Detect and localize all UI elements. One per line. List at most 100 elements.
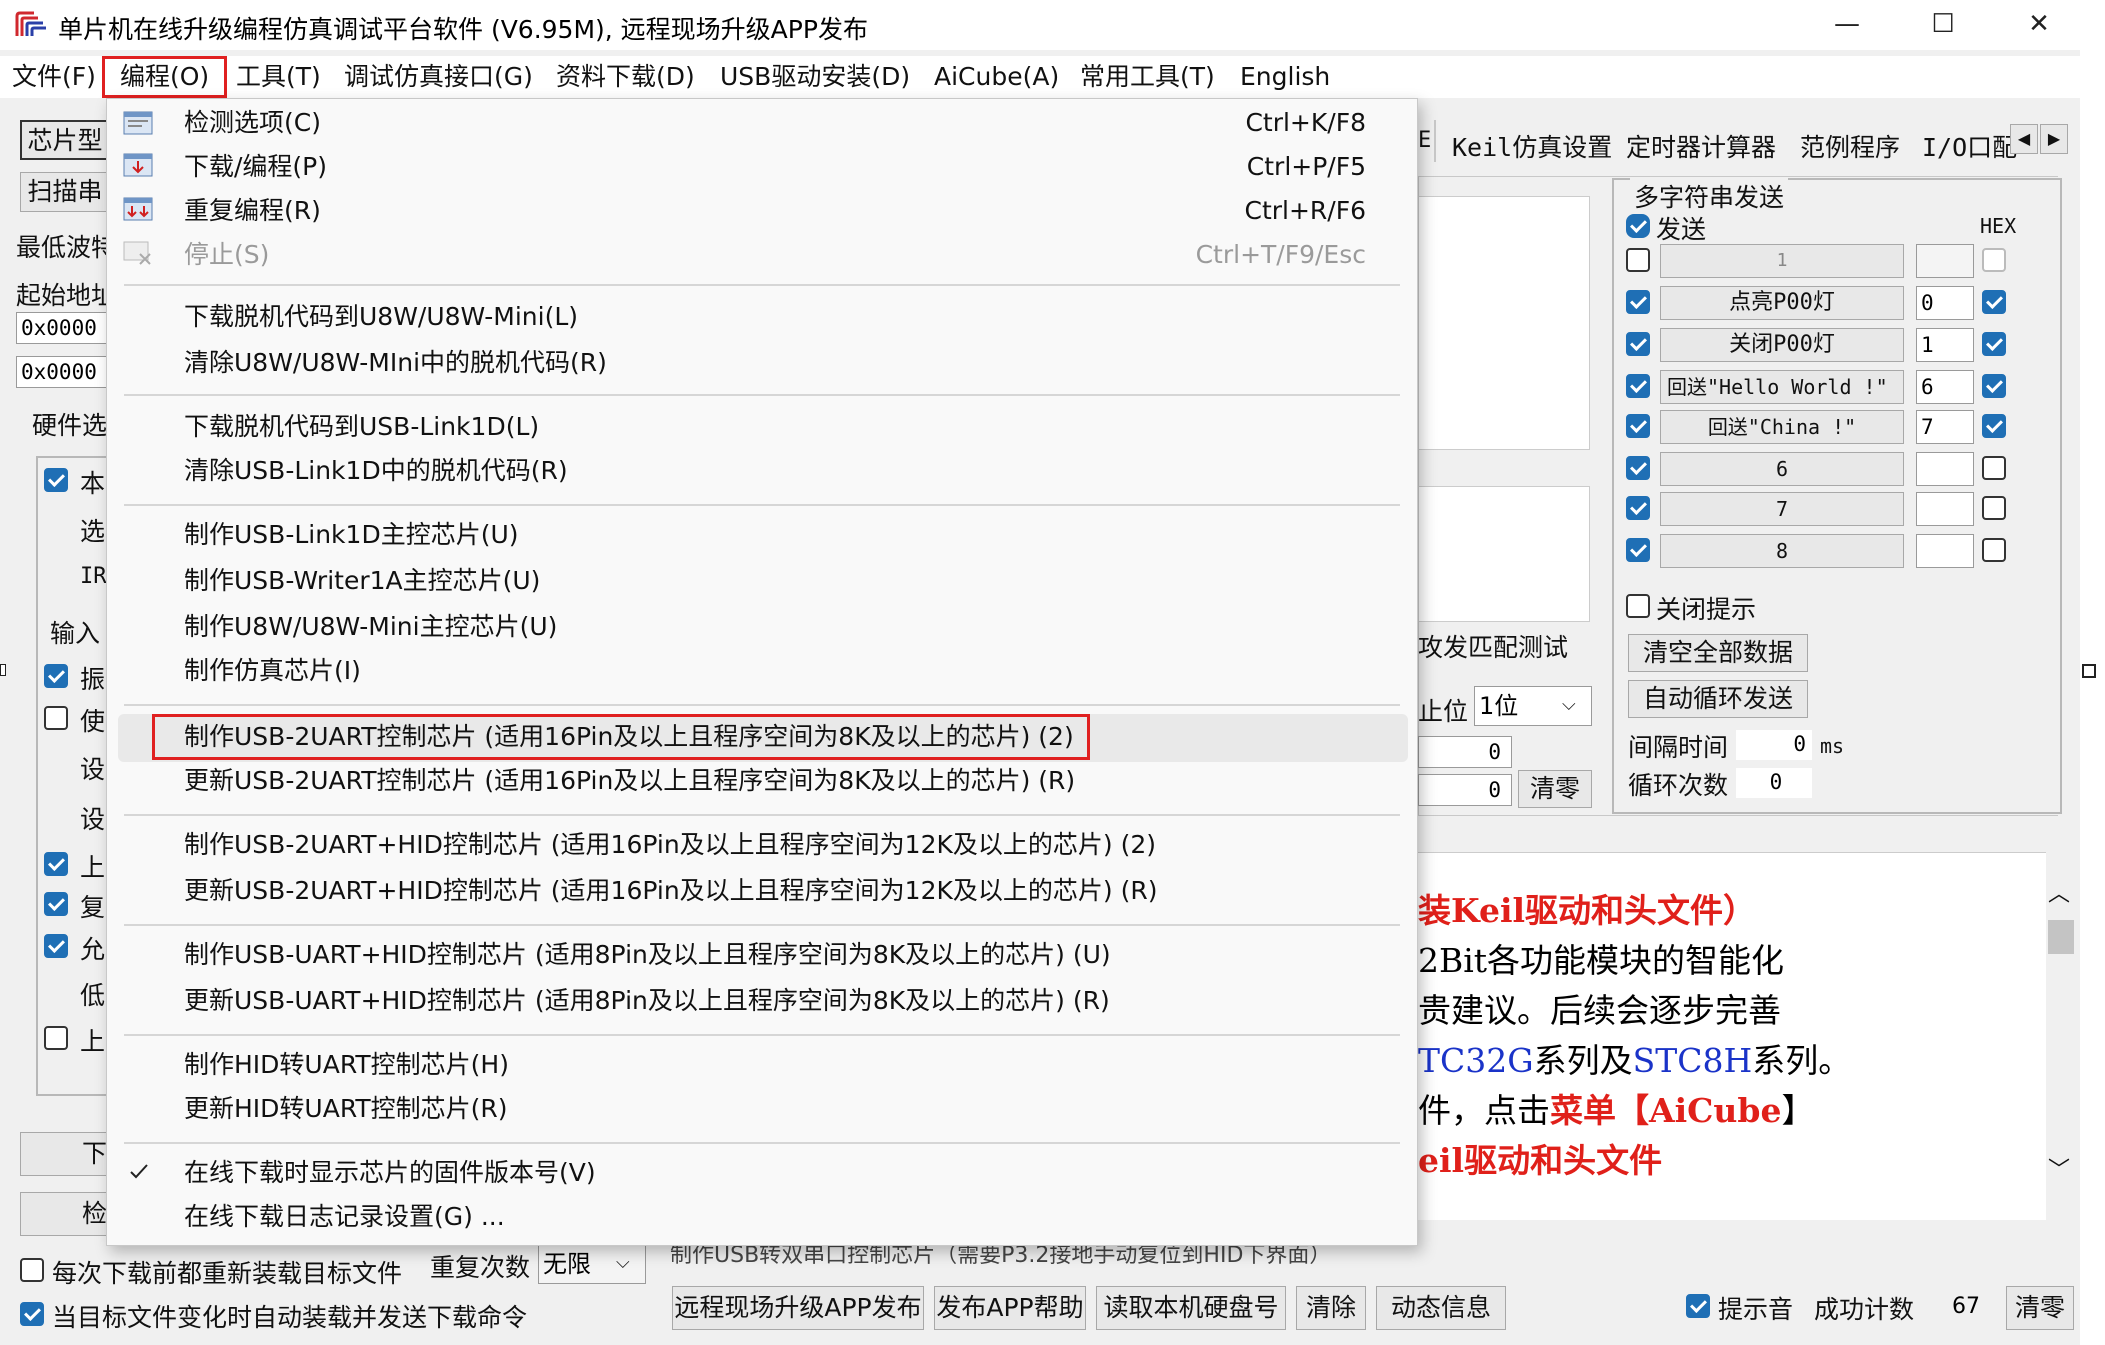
row-checkbox-1[interactable] (1626, 248, 1650, 272)
row-send-button-3[interactable]: 关闭P00灯 (1660, 328, 1904, 362)
row-checkbox-6[interactable] (1626, 456, 1650, 480)
row-send-button-2[interactable]: 点亮P00灯 (1660, 286, 1904, 320)
row-send-button-6[interactable]: 6 (1660, 452, 1904, 486)
row-key-field-1[interactable] (1916, 244, 1974, 278)
loop-count-field[interactable]: 0 (1736, 768, 1812, 798)
remote-upgrade-button[interactable]: 远程现场升级APP发布 (672, 1286, 924, 1330)
option-checkbox-8[interactable] (44, 852, 68, 876)
clear-button[interactable]: 清除 (1296, 1286, 1366, 1330)
row-send-button-8[interactable]: 8 (1660, 534, 1904, 568)
clear-all-data-button[interactable]: 清空全部数据 (1628, 634, 1808, 672)
menu-item-download[interactable]: 下载/编程(P) (184, 150, 327, 184)
option-checkbox-4[interactable] (44, 664, 68, 688)
menu-debug[interactable]: 调试仿真接口(G) (344, 60, 533, 94)
scroll-down-icon[interactable]: ﹀ (2048, 1152, 2070, 1184)
tab-prev-item[interactable]: E (1418, 128, 1431, 153)
sound-checkbox[interactable] (1686, 1294, 1710, 1318)
row-hex-checkbox-4[interactable] (1982, 374, 2006, 398)
menu-item-detect-options[interactable]: 检测选项(C) (184, 106, 321, 140)
menu-item-make-link1d[interactable]: 制作USB-Link1D主控芯片(U) (184, 518, 519, 552)
tab-examples[interactable]: 范例程序 (1800, 128, 1900, 164)
maximize-button[interactable]: ☐ (1918, 4, 1968, 44)
menu-item-make-u8w[interactable]: 制作U8W/U8W-Mini主控芯片(U) (184, 610, 557, 644)
option-checkbox-1[interactable] (44, 468, 68, 492)
chip-type-button[interactable]: 芯片型 (20, 120, 110, 160)
menu-item-make-2uart-hid[interactable]: 制作USB-2UART+HID控制芯片 (适用16Pin及以上且程序空间为12K… (184, 828, 1156, 862)
log-scroll-thumb[interactable] (2048, 920, 2074, 954)
row-key-field-7[interactable] (1916, 492, 1974, 526)
menu-item-update-2uart[interactable]: 更新USB-2UART控制芯片 (适用16Pin及以上且程序空间为8K及以上的芯… (184, 764, 1075, 798)
row-key-field-3[interactable]: 1 (1916, 328, 1974, 362)
menu-item-make-uart-hid[interactable]: 制作USB-UART+HID控制芯片 (适用8Pin及以上且程序空间为8K及以上… (184, 938, 1111, 972)
menu-item-make-hid2uart[interactable]: 制作HID转UART控制芯片(H) (184, 1048, 509, 1082)
download-button[interactable]: 下 (20, 1132, 116, 1176)
menu-downloads[interactable]: 资料下载(D) (556, 60, 695, 94)
row-hex-checkbox-6[interactable] (1982, 456, 2006, 480)
row-checkbox-4[interactable] (1626, 374, 1650, 398)
tab-scroll-right-icon[interactable]: ▶ (2040, 124, 2068, 154)
menu-program[interactable]: 编程(O) (102, 56, 228, 98)
option-checkbox-10[interactable] (44, 934, 68, 958)
send-box[interactable] (1418, 486, 1590, 622)
menu-item-update-uart-hid[interactable]: 更新USB-UART+HID控制芯片 (适用8Pin及以上且程序空间为8K及以上… (184, 984, 1110, 1018)
close-button[interactable]: ✕ (2014, 4, 2064, 44)
menu-item-show-firmware[interactable]: 在线下载时显示芯片的固件版本号(V) (184, 1156, 596, 1190)
row-checkbox-3[interactable] (1626, 332, 1650, 356)
row-send-button-4[interactable]: 回送"Hello World !" (1660, 370, 1904, 404)
row-hex-checkbox-8[interactable] (1982, 538, 2006, 562)
menu-item-repeat-program[interactable]: 重复编程(R) (184, 194, 321, 228)
tab-scroll-left-icon[interactable]: ◀ (2010, 124, 2038, 154)
start-addr-field-1[interactable]: 0x0000 (16, 312, 108, 344)
menu-item-make-writer1a[interactable]: 制作USB-Writer1A主控芯片(U) (184, 564, 540, 598)
menu-item-stop[interactable]: 停止(S) (184, 238, 269, 272)
row-checkbox-5[interactable] (1626, 414, 1650, 438)
receive-box[interactable] (1418, 196, 1590, 450)
minimize-button[interactable]: — (1822, 4, 1872, 44)
row-send-button-5[interactable]: 回送"China !" (1660, 410, 1904, 444)
clear-count-button[interactable]: 清零 (1518, 770, 1592, 808)
row-key-field-4[interactable]: 6 (1916, 370, 1974, 404)
close-hint-checkbox[interactable] (1626, 594, 1650, 618)
row-hex-checkbox-7[interactable] (1982, 496, 2006, 520)
hardware-tab[interactable]: 硬件选 (32, 406, 107, 442)
option-checkbox-5[interactable] (44, 706, 68, 730)
menu-item-update-2uart-hid[interactable]: 更新USB-2UART+HID控制芯片 (适用16Pin及以上且程序空间为12K… (184, 874, 1157, 908)
menu-common-tools[interactable]: 常用工具(T) (1080, 60, 1215, 94)
tab-io-config[interactable]: I/O口配 (1922, 128, 2022, 164)
row-hex-checkbox-2[interactable] (1982, 290, 2006, 314)
row-key-field-8[interactable] (1916, 534, 1974, 568)
resize-handle-left[interactable] (0, 664, 6, 676)
menu-file[interactable]: 文件(F) (12, 60, 96, 94)
check-button[interactable]: 检 (20, 1192, 116, 1236)
publish-help-button[interactable]: 发布APP帮助 (934, 1286, 1086, 1330)
tab-keil-settings[interactable]: Keil仿真设置 (1452, 128, 1612, 164)
row-key-field-6[interactable] (1916, 452, 1974, 486)
auto-loop-send-button[interactable]: 自动循环发送 (1628, 680, 1808, 718)
menu-item-u8w-download[interactable]: 下载脱机代码到U8W/U8W-Mini(L) (184, 300, 578, 334)
row-key-field-2[interactable]: 0 (1916, 286, 1974, 320)
menu-item-make-emulator[interactable]: 制作仿真芯片(I) (184, 654, 361, 688)
row-hex-checkbox-5[interactable] (1982, 414, 2006, 438)
menu-item-link1d-clear[interactable]: 清除USB-Link1D中的脱机代码(R) (184, 454, 568, 488)
menu-tools[interactable]: 工具(T) (236, 60, 321, 94)
option-checkbox-12[interactable] (44, 1026, 68, 1050)
send-toggle-checkbox[interactable] (1626, 214, 1650, 238)
row-hex-checkbox-1[interactable] (1982, 248, 2006, 272)
row-key-field-5[interactable]: 7 (1916, 410, 1974, 444)
row-checkbox-2[interactable] (1626, 290, 1650, 314)
menu-item-link1d-download[interactable]: 下载脱机代码到USB-Link1D(L) (184, 410, 539, 444)
menu-aicube[interactable]: AiCube(A) (934, 60, 1059, 94)
menu-item-log-settings[interactable]: 在线下载日志记录设置(G) ... (184, 1200, 505, 1234)
auto-load-checkbox[interactable] (20, 1302, 44, 1326)
scan-port-button[interactable]: 扫描串 (20, 172, 110, 212)
row-hex-checkbox-3[interactable] (1982, 332, 2006, 356)
menu-item-update-hid2uart[interactable]: 更新HID转UART控制芯片(R) (184, 1092, 508, 1126)
scroll-up-icon[interactable]: ︿ (2048, 876, 2070, 908)
menu-english[interactable]: English (1240, 60, 1330, 94)
row-checkbox-8[interactable] (1626, 538, 1650, 562)
menu-item-make-2uart[interactable]: 制作USB-2UART控制芯片 (适用16Pin及以上且程序空间为8K及以上的芯… (184, 720, 1074, 754)
tab-timer-calc[interactable]: 定时器计算器 (1626, 128, 1776, 164)
interval-field[interactable]: 0 (1736, 730, 1812, 760)
row-send-button-7[interactable]: 7 (1660, 492, 1904, 526)
resize-handle-right-icon[interactable] (2082, 664, 2096, 678)
